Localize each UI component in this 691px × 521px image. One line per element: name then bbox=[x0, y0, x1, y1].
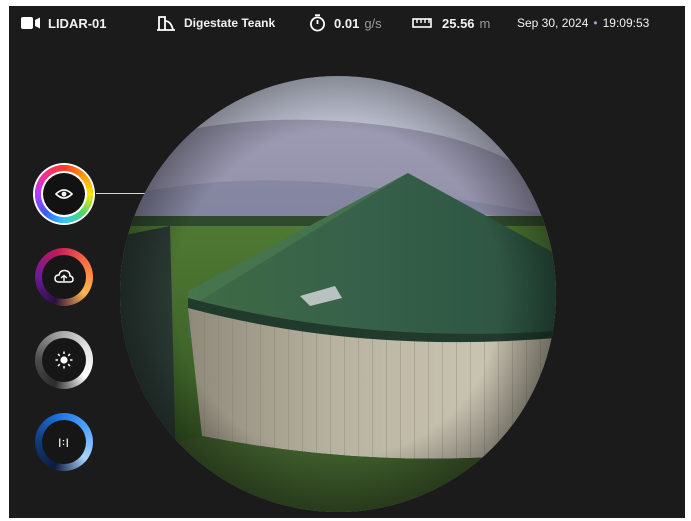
status-bar: LIDAR-01 Digestate Teank 0.01 g/s 25.56 … bbox=[9, 6, 685, 40]
flow-readout: 0.01 g/s bbox=[309, 14, 382, 32]
flow-value: 0.01 bbox=[334, 15, 360, 31]
cloud-sync-icon bbox=[42, 255, 86, 299]
time-text: 19:09:53 bbox=[602, 16, 650, 30]
date-text: Sep 30, 2024 bbox=[517, 16, 589, 30]
distance-value: 25.56 bbox=[442, 15, 475, 31]
color-vision-mode-button[interactable] bbox=[35, 165, 93, 223]
flow-unit: g/s bbox=[364, 15, 382, 31]
device-indicator[interactable]: LIDAR-01 bbox=[21, 14, 107, 32]
video-camera-icon bbox=[21, 16, 41, 30]
range-mode-button[interactable]: |:| bbox=[35, 413, 93, 471]
distance-unit: m bbox=[479, 15, 491, 31]
brightness-mode-button[interactable] bbox=[35, 331, 93, 389]
distance-readout: 25.56 m bbox=[412, 14, 490, 32]
range-icon-label: |:| bbox=[58, 437, 70, 447]
device-name: LIDAR-01 bbox=[48, 15, 107, 31]
eye-icon bbox=[43, 173, 85, 215]
timestamp: Sep 30, 2024 • 19:09:53 bbox=[517, 14, 649, 32]
lidar-viewer-screen: LIDAR-01 Digestate Teank 0.01 g/s 25.56 … bbox=[9, 6, 685, 518]
thermal-mode-button[interactable] bbox=[35, 248, 93, 306]
ruler-icon bbox=[412, 18, 432, 28]
site-name: Digestate Teank bbox=[184, 16, 276, 30]
camera-feed-image bbox=[120, 76, 556, 512]
active-mode-connector bbox=[96, 193, 148, 194]
site-indicator[interactable]: Digestate Teank bbox=[157, 14, 275, 32]
range-icon: |:| bbox=[42, 420, 86, 464]
timestamp-separator: • bbox=[593, 16, 598, 30]
stopwatch-icon bbox=[309, 14, 326, 32]
sun-icon bbox=[42, 338, 86, 382]
camera-viewport[interactable] bbox=[120, 76, 556, 512]
tank-icon bbox=[157, 15, 175, 31]
